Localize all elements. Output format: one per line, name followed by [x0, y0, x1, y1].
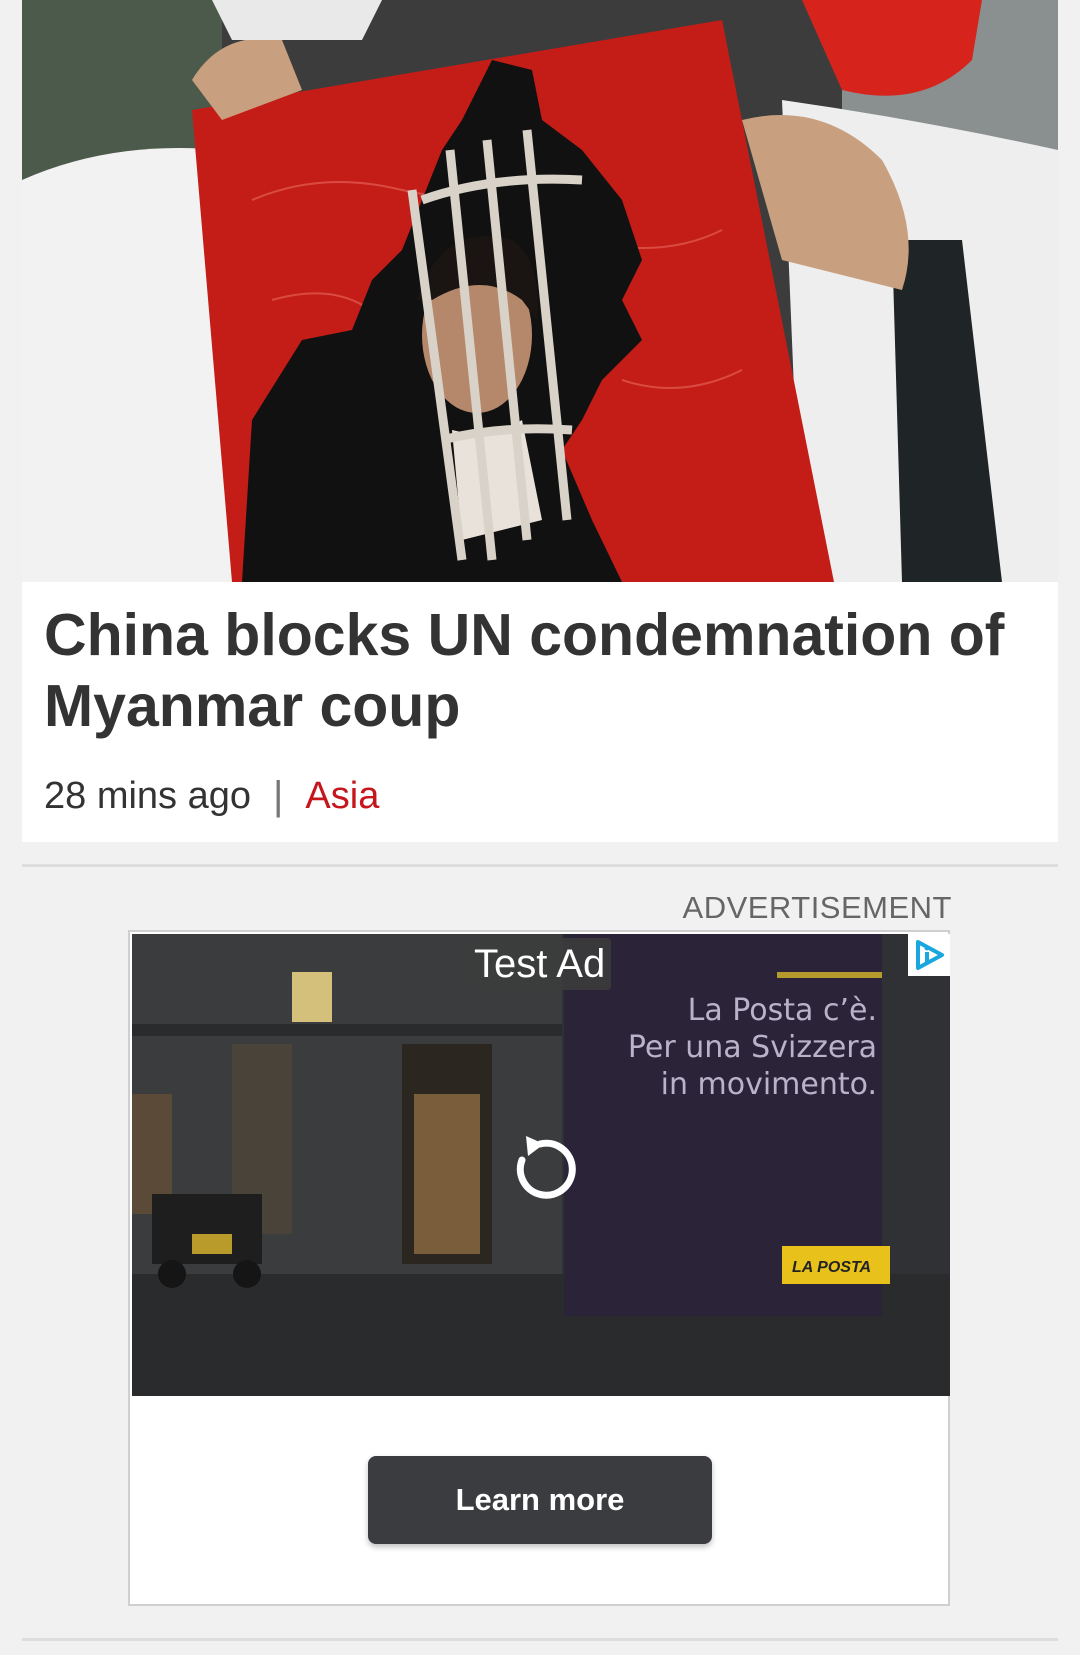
- timestamp: 28 mins ago: [44, 774, 252, 817]
- section-divider: [22, 864, 1058, 867]
- advertisement-label: ADVERTISEMENT: [682, 890, 952, 925]
- ad-copy-line: Per una Svizzera: [627, 1030, 877, 1065]
- article-meta: 28 mins ago | Asia: [44, 768, 379, 824]
- replay-icon[interactable]: [504, 1132, 576, 1204]
- category-link[interactable]: Asia: [305, 775, 379, 818]
- meta-separator: |: [273, 773, 284, 818]
- ad-copy-line: in movimento.: [660, 1067, 877, 1102]
- test-ad-badge: Test Ad: [468, 938, 612, 990]
- article-card[interactable]: China blocks UN condemnation of Myanmar …: [22, 0, 1058, 842]
- article-hero-image[interactable]: [22, 0, 1058, 582]
- learn-more-button[interactable]: Learn more: [368, 1456, 712, 1544]
- article-headline[interactable]: China blocks UN condemnation of Myanmar …: [44, 600, 1024, 742]
- ad-container[interactable]: LA POSTA La Posta c’è. Per una Svizzera …: [128, 930, 950, 1606]
- adchoices-icon[interactable]: [908, 934, 950, 976]
- ad-video[interactable]: LA POSTA La Posta c’è. Per una Svizzera …: [132, 934, 950, 1396]
- laposta-logo-text: LA POSTA: [792, 1259, 871, 1276]
- section-divider-bottom: [22, 1638, 1058, 1641]
- ad-copy: La Posta c’è. Per una Svizzera in movime…: [602, 992, 877, 1103]
- ad-copy-line: La Posta c’è.: [687, 993, 877, 1028]
